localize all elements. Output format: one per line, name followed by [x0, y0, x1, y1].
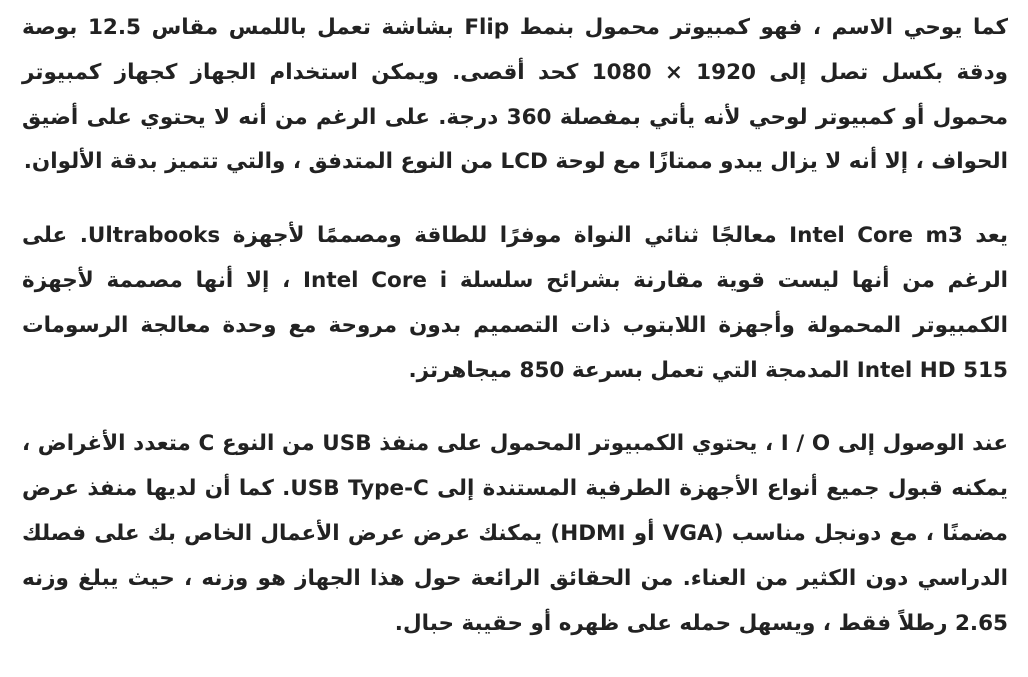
article-paragraph-ports: عند الوصول إلى I / O ، يحتوي الكمبيوتر ا… — [22, 431, 1009, 636]
article-body: كما يوحي الاسم ، فهو كمبيوتر محمول بنمط … — [0, 0, 1028, 677]
article-paragraph-processor: يعد Intel Core m3 معالجًا ثنائي النواة م… — [22, 223, 1009, 383]
article-paragraph-display: كما يوحي الاسم ، فهو كمبيوتر محمول بنمط … — [22, 15, 1009, 175]
